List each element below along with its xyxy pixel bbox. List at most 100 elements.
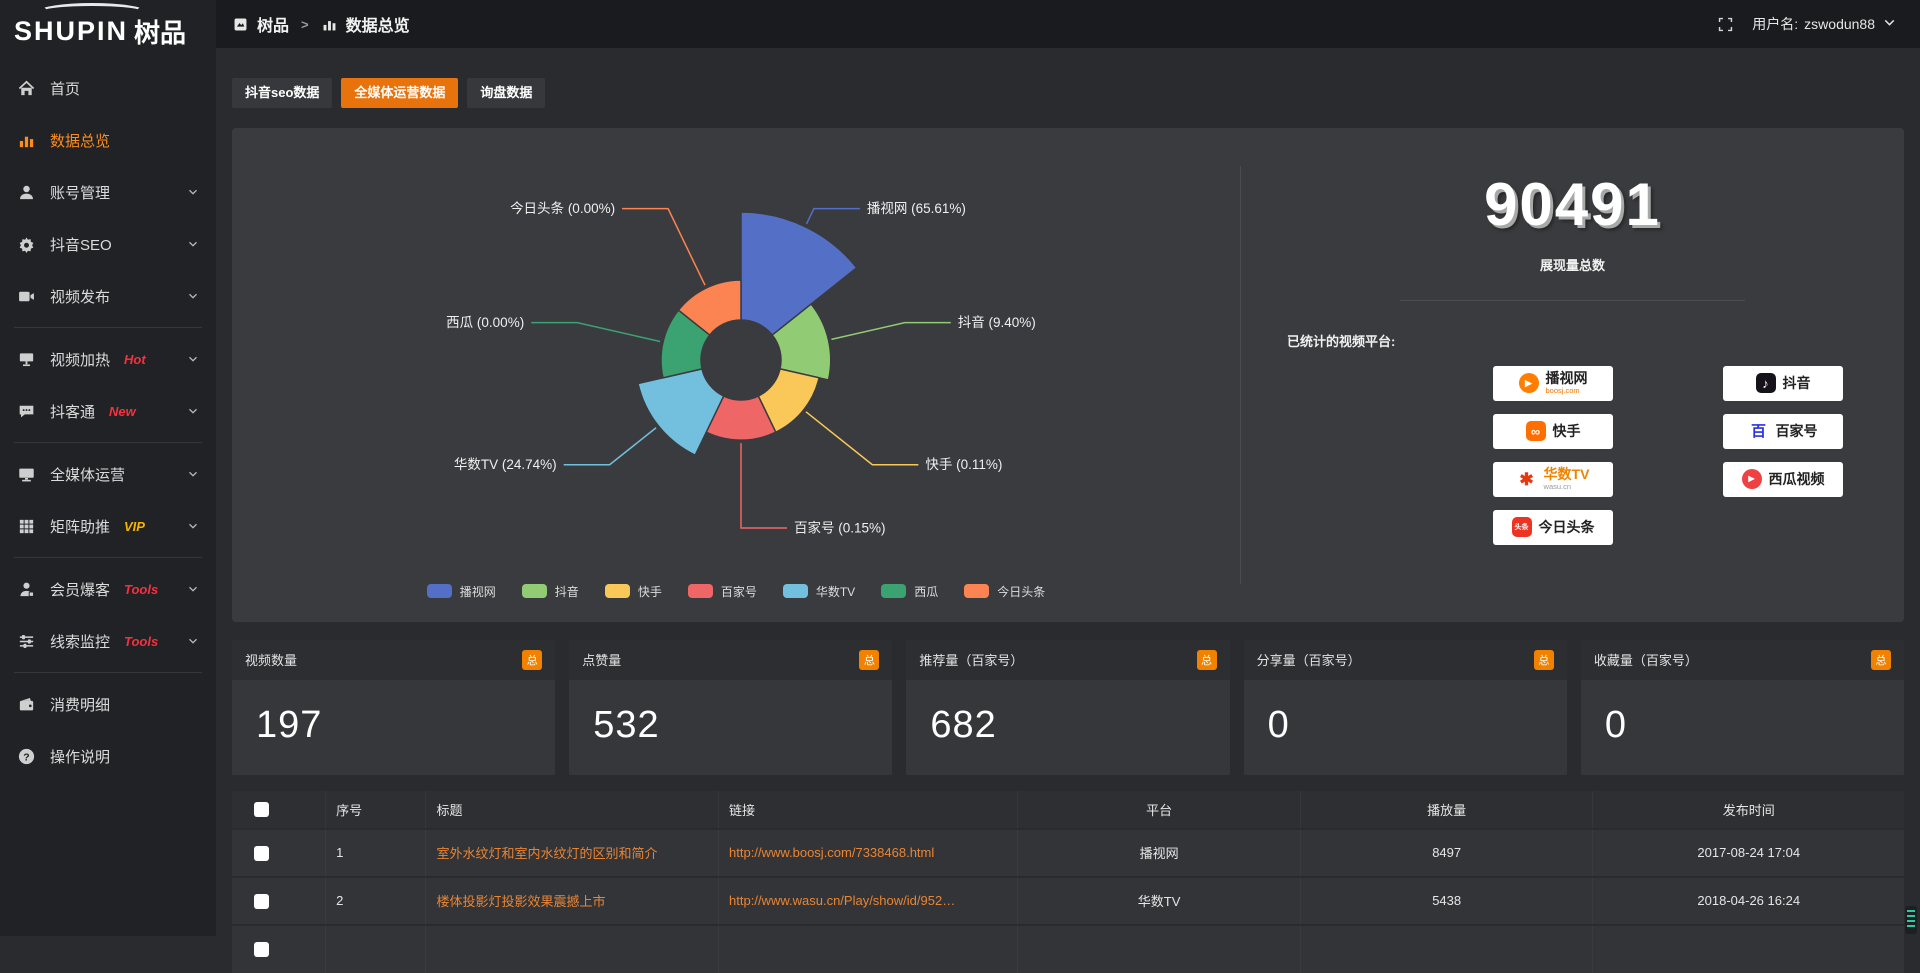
legend-item-华数TV[interactable]: 华数TV <box>783 583 855 600</box>
sidebar-item-label: 账号管理 <box>50 182 110 203</box>
row-checkbox[interactable] <box>254 846 269 861</box>
stat-card-title: 分享量（百家号） <box>1257 650 1361 669</box>
cell-link[interactable] <box>719 925 1018 973</box>
sidebar-badge-Tools: Tools <box>124 582 158 597</box>
cell-link[interactable]: http://www.boosj.com/7338468.html <box>719 829 1018 877</box>
row-checkbox[interactable] <box>254 894 269 909</box>
stat-card-value: 532 <box>569 680 892 775</box>
column-header-标题: 标题 <box>426 791 719 829</box>
total-badge: 总 <box>522 650 542 670</box>
stat-cards-row: 视频数量总197点赞量总532推荐量（百家号）总682分享量（百家号）总0收藏量… <box>232 640 1904 775</box>
platform-badge-百家号: 百百家号 <box>1723 414 1843 449</box>
sidebar-item-数据总览[interactable]: 数据总览 <box>0 114 216 166</box>
member-icon <box>16 579 36 599</box>
platform-badge-播视网: ▶播视网boosj.com <box>1493 366 1613 401</box>
chart-crumb-icon <box>321 16 338 33</box>
gear-icon <box>16 234 36 254</box>
platform-name: 华数TV <box>1544 467 1590 482</box>
pie-slice-华数TV[interactable] <box>638 368 724 454</box>
cell-title[interactable]: 室外水纹灯和室内水纹灯的区别和简介 <box>426 829 719 877</box>
legend-swatch <box>688 584 713 598</box>
chevron-down-icon <box>186 404 200 418</box>
platform-name: 百家号 <box>1776 424 1818 439</box>
total-badge: 总 <box>859 650 879 670</box>
tab-抖音seo数据[interactable]: 抖音seo数据 <box>232 78 332 108</box>
cell-platform: 播视网 <box>1018 829 1301 877</box>
chevron-down-icon <box>186 467 200 481</box>
tab-全媒体运营数据[interactable]: 全媒体运营数据 <box>341 78 458 108</box>
chevron-down-icon <box>186 237 200 251</box>
platforms-label: 已统计的视频平台: <box>1287 331 1904 350</box>
stat-card-value: 0 <box>1581 680 1904 775</box>
pie-label: 今日头条 (0.00%) <box>510 200 615 216</box>
sidebar-item-视频发布[interactable]: 视频发布 <box>0 270 216 322</box>
total-badge: 总 <box>1197 650 1217 670</box>
topbar: 树品 > 数据总览 用户名: zswodun88 <box>216 0 1920 48</box>
sidebar-item-消费明细[interactable]: 消费明细 <box>0 678 216 730</box>
user-icon <box>16 182 36 202</box>
sidebar-item-抖音SEO[interactable]: 抖音SEO <box>0 218 216 270</box>
select-all-checkbox[interactable] <box>254 802 269 817</box>
legend-item-播视网[interactable]: 播视网 <box>427 583 496 600</box>
sidebar-item-操作说明[interactable]: ?操作说明 <box>0 730 216 782</box>
app-logo: SHUPIN 树品 <box>0 0 216 62</box>
page-scrollbar[interactable] <box>1905 906 1917 934</box>
platform-grid: ▶播视网boosj.com∞快手✱华数TVwasu.cn头条今日头条♪抖音百百家… <box>1493 366 1904 545</box>
sidebar-badge-New: New <box>109 404 136 419</box>
user-menu[interactable]: 用户名: zswodun88 <box>1752 14 1898 34</box>
sidebar-item-抖客通[interactable]: 抖客通New <box>0 385 216 437</box>
legend-item-快手[interactable]: 快手 <box>605 583 662 600</box>
tab-询盘数据[interactable]: 询盘数据 <box>467 78 545 108</box>
sidebar-item-label: 首页 <box>50 78 80 99</box>
sidebar-divider <box>14 557 202 558</box>
pie-label-line <box>531 322 660 341</box>
stat-card-视频数量: 视频数量总197 <box>232 640 555 775</box>
row-checkbox[interactable] <box>254 942 269 957</box>
pie-label-line <box>622 208 705 285</box>
table-row: 1室外水纹灯和室内水纹灯的区别和简介http://www.boosj.com/7… <box>232 829 1904 877</box>
sidebar-item-全媒体运营[interactable]: 全媒体运营 <box>0 448 216 500</box>
breadcrumb-root[interactable]: 树品 <box>257 12 289 36</box>
sidebar-item-视频加热[interactable]: 视频加热Hot <box>0 333 216 385</box>
sidebar-item-账号管理[interactable]: 账号管理 <box>0 166 216 218</box>
legend-item-西瓜[interactable]: 西瓜 <box>881 583 938 600</box>
video-table-wrap: 序号标题链接平台播放量发布时间 1室外水纹灯和室内水纹灯的区别和简介http:/… <box>232 791 1904 973</box>
legend-label: 抖音 <box>555 583 579 600</box>
cell-title[interactable] <box>426 925 719 973</box>
sidebar-item-会员爆客[interactable]: 会员爆客 Tools <box>0 563 216 615</box>
column-header-播放量: 播放量 <box>1300 791 1593 829</box>
cell-no: 1 <box>326 829 426 877</box>
legend-swatch <box>964 584 989 598</box>
stat-card-推荐量（百家号）: 推荐量（百家号）总682 <box>906 640 1229 775</box>
legend-item-今日头条[interactable]: 今日头条 <box>964 583 1045 600</box>
stat-card-点赞量: 点赞量总532 <box>569 640 892 775</box>
overview-panel: 播视网 (65.61%)抖音 (9.40%)快手 (0.11%)百家号 (0.1… <box>232 128 1904 622</box>
cell-link[interactable]: http://www.wasu.cn/Play/show/id/952… <box>719 877 1018 925</box>
column-header-发布时间: 发布时间 <box>1593 791 1904 829</box>
column-header-平台: 平台 <box>1018 791 1301 829</box>
cell-views: 5438 <box>1300 877 1593 925</box>
sidebar-item-矩阵助推[interactable]: 矩阵助推VIP <box>0 500 216 552</box>
wallet-icon <box>16 694 36 714</box>
logo-text-cn: 树品 <box>134 13 186 50</box>
sidebar-item-label: 会员爆客 <box>50 579 110 600</box>
sidebar-item-线索监控[interactable]: 线索监控Tools <box>0 615 216 667</box>
platform-name: 抖音 <box>1783 376 1811 391</box>
chevron-down-icon <box>186 519 200 533</box>
fullscreen-icon[interactable] <box>1717 16 1734 33</box>
total-badge: 总 <box>1534 650 1554 670</box>
cell-no: 2 <box>326 877 426 925</box>
cell-views: 8497 <box>1300 829 1593 877</box>
cell-no <box>326 925 426 973</box>
legend-label: 播视网 <box>460 583 496 600</box>
legend-item-抖音[interactable]: 抖音 <box>522 583 579 600</box>
question-icon: ? <box>16 746 36 766</box>
platform-name: 西瓜视频 <box>1769 472 1825 487</box>
legend-label: 西瓜 <box>914 583 938 600</box>
legend-item-百家号[interactable]: 百家号 <box>688 583 757 600</box>
cell-title[interactable]: 楼体投影灯投影效果震撼上市 <box>426 877 719 925</box>
pie-label: 快手 (0.11%) <box>925 457 1002 472</box>
cell-platform <box>1018 925 1301 973</box>
sidebar-item-首页[interactable]: 首页 <box>0 62 216 114</box>
sidebar-divider <box>14 672 202 673</box>
